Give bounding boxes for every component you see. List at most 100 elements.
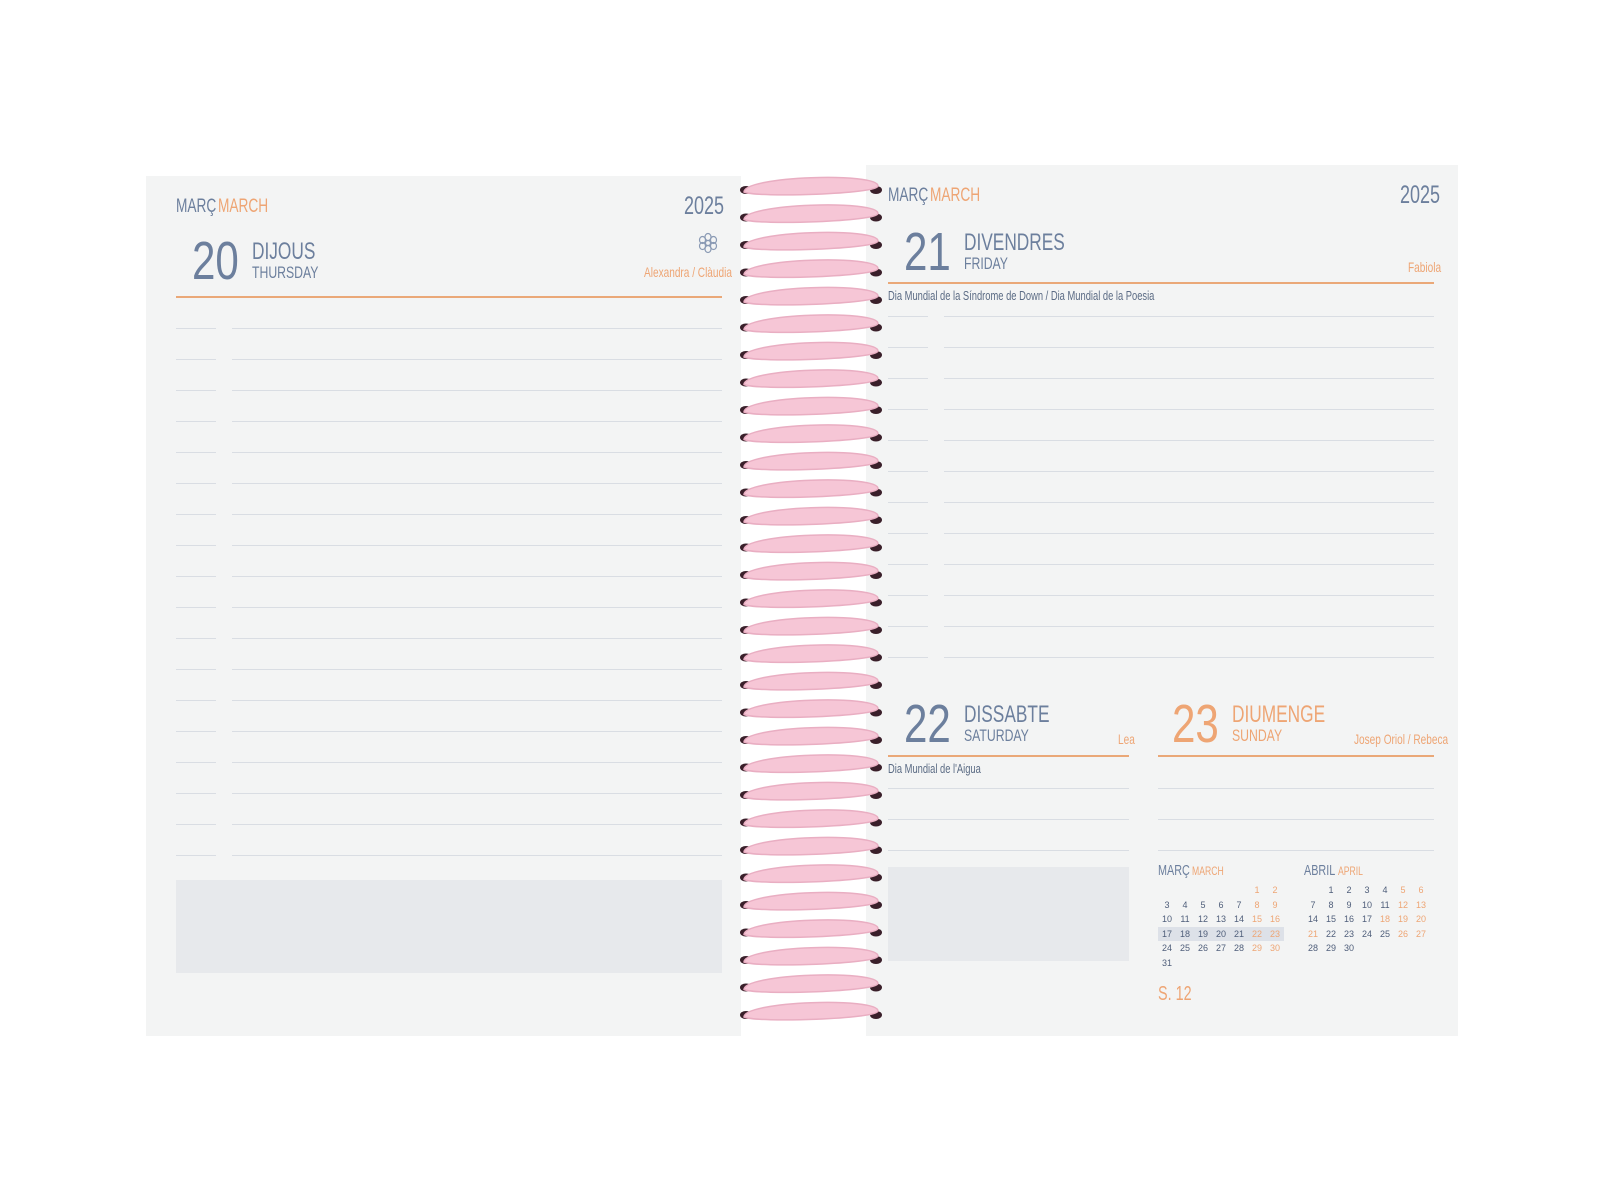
writing-line: [232, 855, 722, 856]
writing-line: [1158, 850, 1434, 851]
writing-line: [176, 359, 216, 360]
calendar-day: 3: [1364, 885, 1370, 895]
calendar-day: 6: [1218, 899, 1224, 910]
binding-ring: [743, 589, 879, 609]
calendar-day: 12: [1197, 914, 1208, 924]
calendar-day: 12: [1397, 899, 1408, 910]
calendar-day: 9: [1272, 899, 1278, 910]
writing-line: [944, 533, 1434, 534]
calendar-day: 22: [1248, 926, 1266, 941]
writing-line: [176, 483, 216, 484]
binding-ring: [743, 231, 879, 251]
writing-line: [176, 545, 216, 546]
writing-line: [1158, 819, 1434, 820]
writing-line: [232, 452, 722, 453]
calendar-blank: [1212, 883, 1230, 898]
mini-calendar-march-title-ca: MARÇ: [1158, 862, 1190, 879]
day-name-catalan: DIJOUS: [252, 238, 316, 265]
binding-ring: [743, 176, 879, 196]
binding-ring: [743, 479, 879, 499]
calendar-day: 4: [1382, 885, 1388, 895]
calendar-blank: [1194, 883, 1212, 898]
week-number: S. 12: [1158, 983, 1192, 1005]
binding-ring: [743, 451, 879, 471]
calendar-day: 22: [1325, 928, 1336, 939]
calendar-day: 3: [1164, 899, 1170, 910]
calendar-day: 15: [1251, 914, 1262, 924]
writing-line: [176, 700, 216, 701]
binding-ring: [743, 891, 879, 911]
writing-line: [944, 564, 1434, 565]
writing-line: [1158, 788, 1434, 789]
day-number: 20: [192, 231, 239, 291]
writing-line: [176, 607, 216, 608]
writing-line: [232, 607, 722, 608]
mini-calendar-april-title-en: APRIL: [1338, 864, 1363, 878]
writing-line: [232, 359, 722, 360]
binding-ring: [743, 781, 879, 801]
writing-line: [232, 669, 722, 670]
calendar-day: 26: [1197, 943, 1208, 953]
binding-ring: [743, 424, 879, 444]
writing-line: [232, 824, 722, 825]
binding-ring: [743, 534, 879, 554]
calendar-day: 2: [1272, 885, 1278, 895]
day-name-english: THURSDAY: [252, 263, 319, 282]
header-divider-23: [1158, 755, 1434, 757]
month-catalan: MARÇ: [888, 185, 929, 206]
calendar-day: 17: [1158, 926, 1176, 941]
writing-line: [232, 638, 722, 639]
writing-line: [944, 471, 1434, 472]
month-english: MARCH: [930, 185, 981, 206]
calendar-day: 30: [1343, 943, 1354, 953]
calendar-day: 4: [1182, 899, 1188, 910]
calendar-day: 19: [1194, 926, 1212, 941]
calendar-day: 29: [1251, 943, 1262, 953]
notes-box: [888, 867, 1129, 961]
writing-line: [232, 793, 722, 794]
month-english: MARCH: [218, 196, 269, 217]
calendar-day: 1: [1328, 885, 1334, 895]
saints-of-day-23: Josep Oriol / Rebeca: [1354, 731, 1449, 747]
day-number-22: 22: [904, 694, 951, 754]
calendar-day: 21: [1307, 928, 1318, 939]
binding-ring: [743, 754, 879, 774]
binding-ring: [743, 204, 879, 224]
writing-line: [232, 731, 722, 732]
binding-ring: [743, 369, 879, 389]
calendar-blank: [1158, 883, 1176, 898]
writing-line: [944, 440, 1434, 441]
saints-of-day-21: Fabiola: [1408, 259, 1442, 275]
planner-page-left: MARÇ MARCH 2025 20 DIJOUS THURSDAY Alexa…: [146, 176, 741, 1036]
writing-line: [176, 390, 216, 391]
day-name-english-21: FRIDAY: [964, 254, 1008, 273]
calendar-day: 29: [1325, 943, 1336, 953]
calendar-day: 13: [1415, 899, 1426, 910]
mini-calendar-april-title-ca: ABRIL: [1304, 862, 1336, 879]
binding-ring: [743, 506, 879, 526]
writing-line: [176, 793, 216, 794]
writing-line: [232, 421, 722, 422]
calendar-day: 20: [1212, 926, 1230, 941]
day-name-catalan-22: DISSABTE: [964, 701, 1050, 728]
flower-icon: [698, 232, 718, 254]
writing-line: [888, 502, 928, 503]
binding-ring: [743, 809, 879, 829]
writing-line: [888, 440, 928, 441]
writing-line: [944, 347, 1434, 348]
writing-line: [232, 576, 722, 577]
calendar-day: 11: [1180, 914, 1190, 924]
binding-ring: [743, 919, 879, 939]
calendar-day: 27: [1215, 943, 1226, 953]
saints-of-day-22: Lea: [1118, 731, 1135, 747]
day-number-23: 23: [1172, 694, 1219, 754]
calendar-day: 7: [1236, 899, 1242, 910]
calendar-day: 23: [1266, 926, 1284, 941]
binding-ring: [743, 341, 879, 361]
calendar-day: 10: [1161, 914, 1172, 924]
calendar-blank: [1176, 883, 1194, 898]
day-name-catalan-23: DIUMENGE: [1232, 701, 1326, 728]
calendar-blank: [1230, 883, 1248, 898]
writing-line: [888, 378, 928, 379]
year-label: 2025: [1400, 181, 1441, 209]
